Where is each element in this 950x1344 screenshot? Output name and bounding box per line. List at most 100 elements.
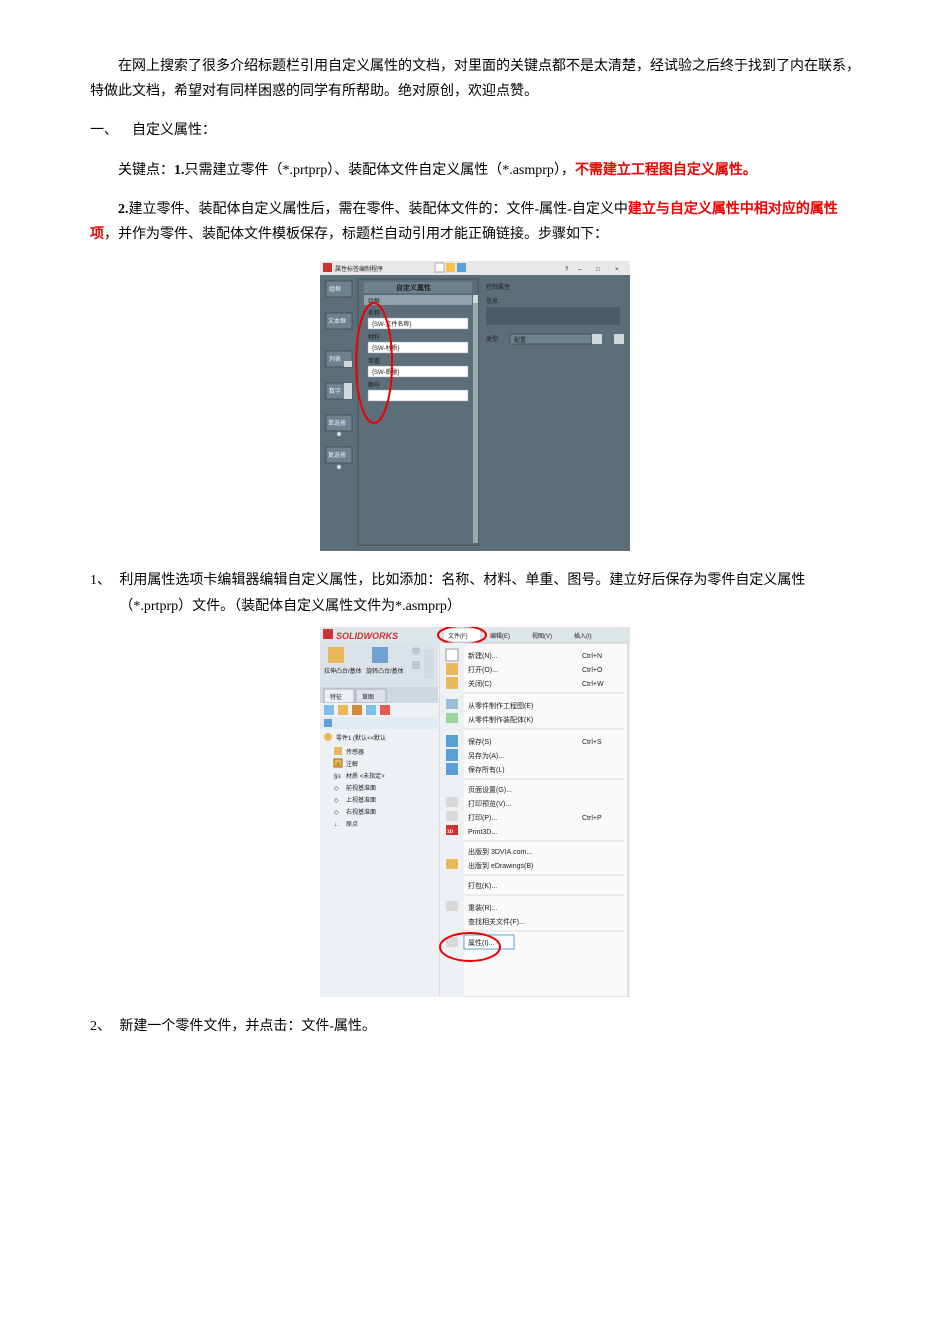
menu-new[interactable]: 新建(N)... [468, 651, 498, 660]
section-1-num: 一、 [90, 118, 118, 143]
palette-check[interactable]: 复选按 [328, 451, 346, 459]
key2-num: 2. [118, 202, 129, 217]
saveall-icon [446, 763, 458, 775]
intro-paragraph: 在网上搜索了很多介绍标题栏引用自定义属性的文档，对里面的关键点都不是太清楚，经试… [90, 54, 860, 104]
print-icon [446, 811, 458, 821]
tree-material[interactable]: 材质 <未指定> [346, 772, 385, 780]
window-max-icon[interactable]: □ [596, 267, 600, 273]
step-1: 1、 利用属性选项卡编辑器编辑自定义属性，比如添加：名称、材料、单重、图号。建立… [90, 568, 860, 618]
tree-right-plane[interactable]: 右视基准面 [346, 808, 376, 816]
menu-findref[interactable]: 查找相关文件(F)... [468, 917, 525, 926]
window-close-icon[interactable]: × [615, 267, 619, 273]
tree-root[interactable]: 零件1 (默认<<默认 [336, 734, 386, 742]
menu-print3d[interactable]: Print3D... [468, 829, 497, 836]
svg-text:A: A [336, 762, 341, 768]
field-drawingno[interactable] [368, 390, 468, 401]
short-close: Ctrl+W [582, 681, 604, 688]
key2-body2: ，并作为零件、装配体文件模板保存，标题栏自动引用才能正确链接。步骤如下： [104, 227, 608, 242]
palette-textbox[interactable]: 文本框 [328, 317, 346, 325]
menu-close[interactable]: 关闭(C) [468, 679, 492, 688]
svg-text:{SW-文件名称}: {SW-文件名称} [372, 320, 412, 328]
key-label: 关键点： [118, 163, 174, 178]
short-save: Ctrl+S [582, 739, 602, 746]
menu-open[interactable]: 打开(O)... [468, 665, 498, 674]
step-1-text: 利用属性选项卡编辑器编辑自定义属性，比如添加：名称、材料、单重、图号。建立好后保… [119, 568, 860, 618]
palette-list[interactable]: 列表 [329, 355, 341, 363]
revolve-icon[interactable] [372, 647, 388, 663]
ctrl-msg-label: 信息: [486, 297, 500, 305]
section-1-title: 自定义属性： [132, 118, 216, 143]
menu-insert[interactable]: 插入(I) [574, 632, 592, 640]
palette-number[interactable]: 数字 [329, 387, 341, 395]
menu-saveall[interactable]: 保存所有(L) [468, 765, 505, 774]
menu-fromdw[interactable]: 从零件制作工程图(E) [468, 701, 533, 710]
reload-icon [446, 901, 458, 911]
extrude-icon[interactable] [328, 647, 344, 663]
svg-text:§≡: §≡ [334, 774, 341, 780]
label-weight: 单重 [368, 357, 380, 365]
solidworks-file-menu: SOLIDWORKS 文件(F) 编辑(E) 视图(V) 插入(I) 拉伸凸台/… [320, 627, 630, 997]
figure-1: 属性标签编制程序 ? – □ × 组框 文本框 列表 数字 单选按 复选按 自定… [90, 261, 860, 560]
short-new: Ctrl+N [582, 653, 602, 660]
tree-origin[interactable]: 原点 [346, 820, 358, 828]
menu-3dvia[interactable]: 出版到 3DVIA.com... [468, 847, 532, 856]
key-point-1: 关键点：1.只需建立零件（*.prtprp）、装配体文件自定义属性（*.asmp… [90, 158, 860, 183]
revolve-label: 旋转凸台/基体 [366, 667, 404, 675]
edrawings-icon [446, 859, 458, 869]
menu-fromasm[interactable]: 从零件制作装配体(K) [468, 715, 533, 724]
open-icon [446, 663, 458, 675]
tab-features[interactable]: 特征 [330, 693, 342, 701]
tree-top-plane[interactable]: 上视基准面 [346, 796, 376, 804]
window-title: 属性标签编制程序 [335, 265, 383, 273]
save-icon [446, 735, 458, 747]
step-1-num: 1、 [90, 568, 111, 618]
panel-title: 自定义属性 [396, 283, 431, 292]
key1-emph: 不需建立工程图自定义属性。 [575, 163, 757, 178]
preview-icon [446, 797, 458, 807]
makedrawing-icon [446, 699, 458, 709]
new-icon [446, 649, 458, 661]
ctrl-pane-title: 控制属性 [486, 283, 510, 291]
svg-text:组框: 组框 [329, 285, 341, 293]
tree-front-plane[interactable]: 前视基准面 [346, 784, 376, 792]
tree-sensors[interactable]: 传感器 [346, 748, 364, 756]
menu-save[interactable]: 保存(S) [468, 737, 491, 746]
svg-text:◇: ◇ [334, 810, 339, 816]
ctrl-browse-button[interactable] [614, 334, 624, 344]
figure-2: SOLIDWORKS 文件(F) 编辑(E) 视图(V) 插入(I) 拉伸凸台/… [90, 627, 860, 1006]
filter-icon[interactable] [324, 719, 332, 727]
svg-text:{SW-质量}: {SW-质量} [372, 368, 400, 376]
ctrl-type-label: 类型: [486, 335, 500, 343]
menu-view[interactable]: 视图(V) [532, 632, 552, 640]
step-2: 2、 新建一个零件文件，并点击：文件-属性。 [90, 1014, 860, 1039]
label-material: 材料 [368, 333, 380, 341]
section-1-heading: 一、 自定义属性： [90, 118, 860, 143]
menu-reload[interactable]: 重装(R)... [468, 903, 498, 912]
svg-text:◇: ◇ [334, 786, 339, 792]
property-tab-builder-window: 属性标签编制程序 ? – □ × 组框 文本框 列表 数字 单选按 复选按 自定… [320, 261, 630, 551]
menu-properties[interactable]: 属性(I)... [468, 938, 494, 947]
menu-print[interactable]: 打印(P)... [468, 813, 497, 822]
menu-edrawings[interactable]: 出版到 eDrawings(B) [468, 861, 533, 870]
menu-page[interactable]: 页面设置(G)... [468, 785, 512, 794]
saveas-icon [446, 749, 458, 761]
menu-saveas[interactable]: 另存为(A)... [468, 751, 504, 760]
menu-preview[interactable]: 打印预览(V)... [468, 799, 511, 808]
makeasm-icon [446, 713, 458, 723]
menu-edit[interactable]: 编辑(E) [490, 632, 510, 640]
svg-text:3D: 3D [447, 830, 454, 835]
part-icon [324, 733, 332, 741]
menu-file[interactable]: 文件(F) [448, 632, 468, 640]
svg-text:配置: 配置 [514, 337, 526, 344]
label-drawingno: 图号 [368, 382, 380, 389]
step-2-num: 2、 [90, 1014, 111, 1039]
menu-pack[interactable]: 打包(K)... [468, 881, 497, 890]
short-open: Ctrl+O [582, 667, 603, 674]
tab-sketch[interactable]: 草图 [362, 693, 374, 701]
close-icon [446, 677, 458, 689]
key2-body1: 建立零件、装配体自定义属性后，需在零件、装配体文件的：文件-属性-自定义中 [129, 202, 628, 217]
extrude-label: 拉伸凸台/基体 [324, 667, 362, 675]
palette-radio[interactable]: 单选按 [328, 419, 346, 427]
tree-annotations[interactable]: 注解 [346, 760, 358, 768]
svg-text:{SW-材质}: {SW-材质} [372, 344, 400, 352]
